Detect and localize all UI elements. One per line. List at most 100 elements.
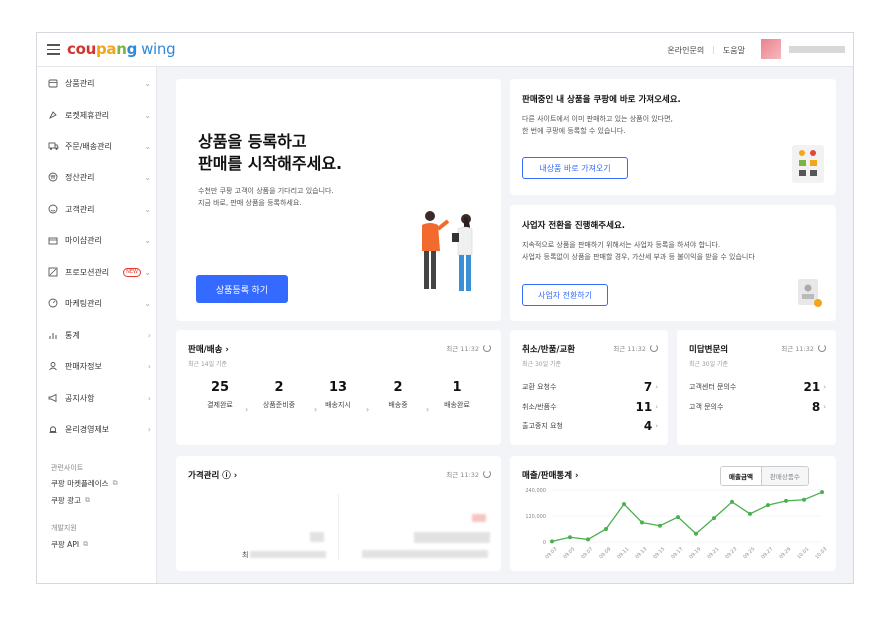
refresh-icon[interactable] <box>818 344 826 352</box>
cs-inquiries-row[interactable]: 고객센터 문의수 21 › <box>689 380 826 394</box>
import-products-card: 판매중인 내 상품을 쿠팡에 바로 가져오세요. 다른 사이트에서 이미 판매하… <box>510 79 836 195</box>
x-tick-label: 09.27 <box>760 546 774 560</box>
series-line <box>551 491 823 542</box>
coupang-wing-logo[interactable]: coupang wing <box>67 40 176 58</box>
coupang-marketplace-link[interactable]: 쿠팡 마켓플레이스 ⧉ <box>51 478 118 489</box>
stat-shipping-instructed[interactable]: 13 배송지시 <box>313 380 363 410</box>
sales-card-title[interactable]: 판매/배송 › <box>188 343 229 355</box>
chevron-right-icon: › <box>147 424 151 434</box>
x-tick-label: 09.09 <box>598 546 612 560</box>
marketing-icon <box>47 297 59 309</box>
box-icon <box>47 77 59 89</box>
stat-delivered[interactable]: 1 배송완료 <box>432 380 482 410</box>
inquiry-card-title[interactable]: 미답변문의 <box>689 343 728 355</box>
products-illustration <box>792 145 824 183</box>
smile-icon <box>47 203 59 215</box>
chevron-down-icon: ⌄ <box>144 78 151 88</box>
sidebar-item-rocket[interactable]: 로켓제휴관리 ⌄ <box>47 107 151 123</box>
import-card-desc: 다른 사이트에서 이미 판매하고 있는 상품이 있다면, 한 번에 쿠팡에 등록… <box>522 115 673 135</box>
unanswered-inquiries-card: 미답변문의 최근 11:32 최근 30일 기준 고객센터 문의수 21 › 고객 … <box>677 330 836 445</box>
redacted-text <box>362 550 488 558</box>
stat-payment-complete[interactable]: 25 결제완료 <box>195 380 245 410</box>
sidebar-item-myshop[interactable]: 마이샵관리 ⌄ <box>47 232 151 248</box>
user-name-redacted[interactable] <box>789 46 845 53</box>
data-point <box>622 502 626 507</box>
x-tick-label: 09.29 <box>778 546 792 560</box>
chart-icon <box>47 329 59 341</box>
sidebar-item-ethics-report[interactable]: 윤리경영제보 › <box>47 421 151 437</box>
coupang-api-link[interactable]: 쿠팡 API ⧉ <box>51 539 88 550</box>
sidebar-item-seller-info[interactable]: 판매자정보 › <box>47 358 151 374</box>
rocket-icon <box>47 109 59 121</box>
business-conversion-button[interactable]: 사업자 전환하기 <box>522 284 608 306</box>
won-icon: ₩ <box>47 171 59 183</box>
cancel-return-row[interactable]: 취소/반품수 11 › <box>522 400 658 414</box>
y-tick-label: 240,000 <box>525 488 546 494</box>
x-tick-label: 09.13 <box>634 546 648 560</box>
data-point <box>568 535 572 540</box>
data-point <box>748 511 752 516</box>
promotion-icon <box>47 266 59 278</box>
stat-in-delivery[interactable]: 2 배송중 <box>373 380 423 410</box>
data-point <box>604 527 608 531</box>
register-product-button[interactable]: 상품등록 하기 <box>196 275 288 303</box>
data-point <box>820 490 824 495</box>
sidebar-item-order[interactable]: 주문/배송관리 ⌄ <box>47 138 151 154</box>
data-point <box>766 503 770 508</box>
refresh-icon[interactable] <box>650 344 658 352</box>
online-inquiry-link[interactable]: 온라인문의 <box>667 45 704 56</box>
top-links: 온라인문의 | 도움말 <box>667 45 745 56</box>
refresh-icon[interactable] <box>483 470 491 478</box>
truck-icon <box>47 140 59 152</box>
x-tick-label: 09.19 <box>688 546 702 560</box>
data-point <box>586 537 590 542</box>
stat-preparing[interactable]: 2 상품준비중 <box>254 380 304 410</box>
x-tick-label: 09.17 <box>670 546 684 560</box>
x-tick-label: 09.07 <box>580 546 594 560</box>
x-tick-label: 09.05 <box>562 546 576 560</box>
app-window: coupang wing 온라인문의 | 도움말 상품관리 ⌄ 로켓제휴관리 ⌄ 주문… <box>36 32 854 584</box>
x-tick-label: 09.25 <box>742 546 756 560</box>
megaphone-icon <box>47 392 59 404</box>
chevron-down-icon: ⌄ <box>144 298 151 308</box>
refresh-icon[interactable] <box>483 344 491 352</box>
price-card-title[interactable]: 가격관리 ⓘ › <box>188 469 237 481</box>
chevron-right-icon: › <box>655 383 658 391</box>
chevron-down-icon: ⌄ <box>144 204 151 214</box>
sidebar-item-statistics[interactable]: 통계 › <box>47 327 151 343</box>
exchange-requests-row[interactable]: 교환 요청수 7 › <box>522 380 658 394</box>
x-tick-label: 09.03 <box>544 546 558 560</box>
returns-card-title[interactable]: 취소/반품/교환 <box>522 343 575 355</box>
help-link[interactable]: 도움말 <box>723 45 745 56</box>
chevron-right-icon: › <box>233 471 238 481</box>
import-products-button[interactable]: 내상품 바로 가져오기 <box>522 157 628 179</box>
price-prefix-label: 최 <box>242 551 249 559</box>
chevron-down-icon: ⌄ <box>144 110 151 120</box>
avatar[interactable] <box>761 39 781 59</box>
help-icon[interactable]: ⓘ <box>222 471 231 481</box>
chevron-right-icon: › <box>655 422 658 430</box>
external-link-icon: ⧉ <box>112 479 118 487</box>
hero-title: 상품을 등록하고 판매를 시작해주세요. <box>198 132 343 173</box>
redacted-value <box>310 532 324 542</box>
sidebar-item-promotion[interactable]: 프로모션관리 NEW ⌄ <box>47 264 151 280</box>
coupang-ads-link[interactable]: 쿠팡 광고 ⧉ <box>51 495 90 506</box>
dev-support-title: 개발지원 <box>51 524 77 532</box>
sidebar-item-notice[interactable]: 공지사항 › <box>47 390 151 406</box>
svg-text:₩: ₩ <box>51 175 56 181</box>
chevron-down-icon: ⌄ <box>144 172 151 182</box>
price-recent-update: 최근 11:32 <box>446 469 491 479</box>
import-card-title: 판매중인 내 상품을 쿠팡에 바로 가져오세요. <box>522 95 681 105</box>
sidebar-item-marketing[interactable]: 마케팅관리 ⌄ <box>47 295 151 311</box>
x-tick-label: 09.23 <box>724 546 738 560</box>
shop-icon <box>47 234 59 246</box>
sidebar-item-product[interactable]: 상품관리 ⌄ <box>47 75 151 91</box>
biz-card-title: 사업자 전환을 진행해주세요. <box>522 221 625 231</box>
returns-period-note: 최근 30일 기준 <box>522 361 562 368</box>
sidebar-item-customer[interactable]: 고객관리 ⌄ <box>47 201 151 217</box>
customer-inquiries-row[interactable]: 고객 문의수 8 › <box>689 400 826 414</box>
new-badge: NEW <box>123 267 141 277</box>
menu-icon[interactable] <box>47 44 60 55</box>
stop-shipping-row[interactable]: 출고중지 요청 4 › <box>522 419 658 433</box>
sidebar-item-settlement[interactable]: ₩ 정산관리 ⌄ <box>47 169 151 185</box>
